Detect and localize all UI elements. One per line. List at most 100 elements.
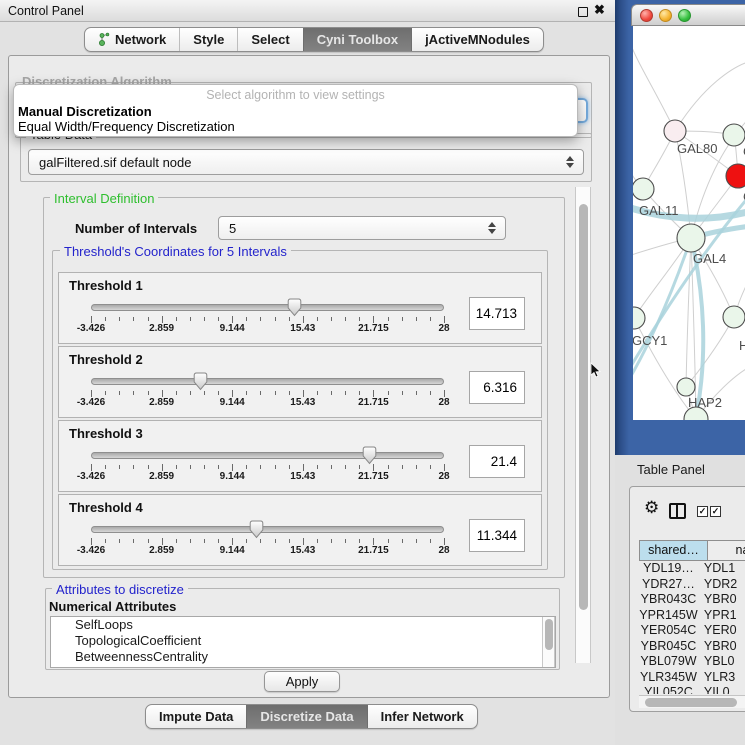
column-header-2[interactable]: na: [708, 540, 745, 561]
close-traffic-icon[interactable]: [640, 9, 653, 22]
attributes-group-title: Attributes to discretize: [52, 582, 188, 597]
slider-scale-label: 9.144: [220, 323, 245, 334]
threshold-slider-track[interactable]: [91, 452, 444, 459]
slider-tick: [190, 317, 191, 321]
attribute-list-item[interactable]: SelfLoops: [51, 617, 555, 633]
tab-network[interactable]: Network: [85, 28, 179, 51]
column-header-1[interactable]: shared…: [639, 540, 708, 561]
table-data-combo[interactable]: galFiltered.sif default node: [28, 149, 584, 175]
slider-tick: [232, 464, 233, 471]
slider-tick: [148, 317, 149, 321]
attribute-list-item[interactable]: TopologicalCoefficient: [51, 633, 555, 649]
table-row[interactable]: YDR27…YDR2: [639, 577, 745, 593]
threshold-slider-track[interactable]: [91, 526, 444, 533]
slider-tick: [105, 539, 106, 543]
svg-text:H: H: [739, 338, 745, 353]
number-of-intervals-label: Number of Intervals: [75, 221, 197, 236]
tab-label: Infer Network: [381, 709, 464, 724]
checkbox-icon[interactable]: ✓: [697, 506, 708, 517]
svg-text:GAL11: GAL11: [639, 203, 679, 218]
table-row[interactable]: YBR043CYBR0: [639, 592, 745, 608]
tab-jactivemnodules[interactable]: jActiveMNodules: [411, 28, 543, 51]
slider-scale-label: -3.426: [77, 397, 105, 408]
network-window-titlebar[interactable]: [631, 4, 745, 26]
numerical-attributes-label: Numerical Attributes: [49, 599, 176, 614]
columns-icon[interactable]: [669, 503, 686, 519]
threshold-slider-handle[interactable]: [193, 372, 208, 391]
svg-text:GCY1: GCY1: [633, 333, 667, 348]
slider-tick: [402, 465, 403, 469]
float-window-icon[interactable]: [578, 7, 588, 17]
slider-tick: [275, 465, 276, 469]
tab-select[interactable]: Select: [237, 28, 302, 51]
bottom-tab-infer-network[interactable]: Infer Network: [367, 705, 477, 728]
checkbox-icon[interactable]: ✓: [710, 506, 721, 517]
slider-scale-label: 28: [438, 545, 449, 556]
gear-icon[interactable]: ⚙: [644, 500, 659, 517]
threshold-value-field[interactable]: 21.4: [469, 445, 525, 478]
threshold-value-field[interactable]: 6.316: [469, 371, 525, 404]
slider-tick: [105, 465, 106, 469]
attributes-scrollbar[interactable]: [542, 617, 555, 667]
number-of-intervals-combo[interactable]: 5: [218, 216, 506, 240]
slider-tick: [246, 539, 247, 543]
slider-scale-label: 28: [438, 471, 449, 482]
thresholds-group-title: Threshold's Coordinates for 5 Intervals: [60, 244, 291, 259]
slider-tick: [388, 539, 389, 543]
table-row[interactable]: YPR145WYPR1: [639, 608, 745, 624]
slider-tick: [246, 391, 247, 395]
bottom-tab-discretize-data[interactable]: Discretize Data: [246, 705, 366, 728]
table-row[interactable]: YDL19…YDL1: [639, 561, 745, 577]
threshold-slider-track[interactable]: [91, 378, 444, 385]
threshold-slider-handle[interactable]: [362, 446, 377, 465]
slider-tick: [317, 317, 318, 321]
threshold-value-field[interactable]: 11.344: [469, 519, 525, 552]
svg-text:HAP2: HAP2: [688, 395, 722, 410]
main-scrollbar[interactable]: [575, 187, 591, 663]
table-row[interactable]: YIL052CYIL0: [639, 685, 745, 694]
slider-tick: [345, 465, 346, 469]
numerical-attributes-list[interactable]: SelfLoopsTopologicalCoefficientBetweenne…: [50, 616, 556, 668]
minimize-traffic-icon[interactable]: [659, 9, 672, 22]
table-row[interactable]: YLR345WYLR3: [639, 670, 745, 686]
slider-tick: [388, 391, 389, 395]
tab-label: jActiveMNodules: [425, 32, 530, 47]
threshold-label: Threshold 4: [69, 500, 143, 515]
table-hscrollbar[interactable]: [639, 695, 745, 708]
slider-tick: [303, 390, 304, 397]
slider-scale-label: 28: [438, 323, 449, 334]
threshold-slider-handle[interactable]: [249, 520, 264, 539]
table-panel-title: Table Panel: [637, 462, 705, 477]
threshold-slider-handle[interactable]: [287, 298, 302, 317]
slider-scale-label: 15.43: [290, 545, 315, 556]
slider-tick: [204, 317, 205, 321]
apply-button[interactable]: Apply: [264, 671, 340, 692]
slider-tick: [260, 391, 261, 395]
slider-tick: [133, 391, 134, 395]
bottom-tab-impute-data[interactable]: Impute Data: [146, 705, 246, 728]
attributes-scrollbar-thumb[interactable]: [545, 619, 553, 650]
algorithm-option-equal-width[interactable]: Equal Width/Frequency Discretization: [18, 119, 235, 134]
close-icon[interactable]: ✖: [594, 2, 605, 18]
slider-tick: [91, 538, 92, 545]
algorithm-option-manual[interactable]: Manual Discretization: [18, 104, 152, 119]
combo-spinner-icon: [488, 222, 496, 234]
slider-tick: [388, 465, 389, 469]
table-row[interactable]: YBR045CYBR0: [639, 639, 745, 655]
table-hscrollbar-thumb[interactable]: [645, 698, 737, 707]
table-row[interactable]: YER054CYER0: [639, 623, 745, 639]
zoom-traffic-icon[interactable]: [678, 9, 691, 22]
threshold-value-field[interactable]: 14.713: [469, 297, 525, 330]
network-window: GAL80G.CGAL11GAL4GCY1HHAP2: [631, 4, 745, 420]
main-scrollbar-thumb[interactable]: [579, 204, 588, 610]
slider-tick: [105, 317, 106, 321]
threshold-3-box: Threshold 3-3.4262.8599.14415.4321.71528…: [58, 420, 542, 492]
threshold-slider-track[interactable]: [91, 304, 444, 311]
network-canvas[interactable]: GAL80G.CGAL11GAL4GCY1HHAP2: [633, 26, 745, 420]
tab-style[interactable]: Style: [179, 28, 237, 51]
table-panel: ⚙ ✓ ✓ shared…na YDL19…YDL1YDR27…YDR2YBR0…: [629, 486, 745, 712]
table-row[interactable]: YBL079WYBL0: [639, 654, 745, 670]
attribute-list-item[interactable]: BetweennessCentrality: [51, 649, 555, 665]
tab-cyni-toolbox[interactable]: Cyni Toolbox: [303, 28, 411, 51]
slider-scale-label: 15.43: [290, 397, 315, 408]
